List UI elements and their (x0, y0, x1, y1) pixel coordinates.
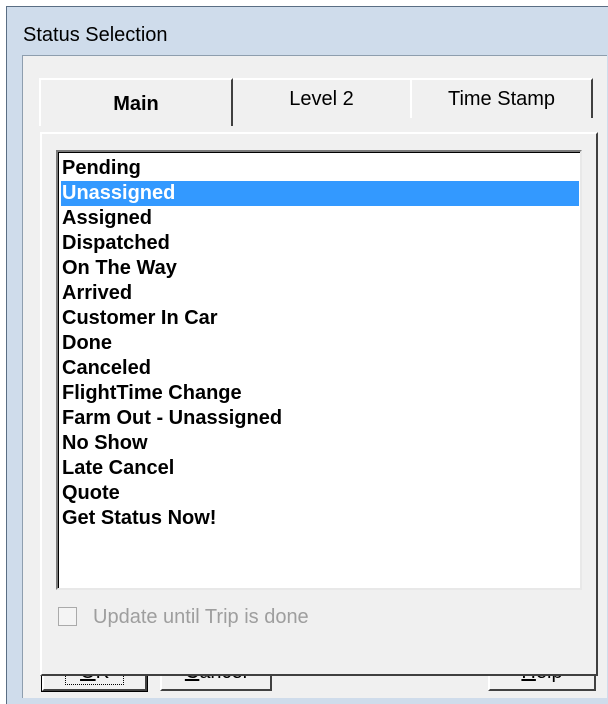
list-item-selected[interactable]: Unassigned (61, 181, 579, 206)
list-item[interactable]: Assigned (61, 206, 579, 231)
list-item[interactable]: Dispatched (61, 231, 579, 256)
list-item[interactable]: Canceled (61, 356, 579, 381)
tab-main[interactable]: Main (39, 78, 233, 126)
list-item[interactable]: Quote (61, 481, 579, 506)
list-item[interactable]: FlightTime Change (61, 381, 579, 406)
list-item[interactable]: No Show (61, 431, 579, 456)
list-item[interactable]: Farm Out - Unassigned (61, 406, 579, 431)
list-item[interactable]: Get Status Now! (61, 506, 579, 531)
dialog-client-area: Level 2 Time Stamp Main Pending Unassign… (22, 55, 607, 698)
update-until-done-checkbox[interactable] (58, 607, 77, 626)
list-item[interactable]: Late Cancel (61, 456, 579, 481)
list-item[interactable]: Arrived (61, 281, 579, 306)
tab-level-2[interactable]: Level 2 (228, 78, 415, 118)
tab-label: Time Stamp (447, 88, 556, 110)
status-selection-dialog: Status Selection Level 2 Time Stamp Main… (6, 6, 608, 704)
list-item[interactable]: On The Way (61, 256, 579, 281)
tab-time-stamp[interactable]: Time Stamp (410, 78, 593, 118)
list-item[interactable]: Pending (61, 156, 579, 181)
list-item[interactable]: Customer In Car (61, 306, 579, 331)
tab-panel-main: Pending Unassigned Assigned Dispatched O… (40, 132, 598, 676)
tab-label: Main (113, 93, 159, 115)
list-item[interactable]: Done (61, 331, 579, 356)
status-listbox[interactable]: Pending Unassigned Assigned Dispatched O… (56, 150, 582, 590)
update-until-done-label: Update until Trip is done (93, 606, 309, 628)
window-title: Status Selection (23, 24, 168, 46)
tab-label: Level 2 (289, 88, 354, 110)
